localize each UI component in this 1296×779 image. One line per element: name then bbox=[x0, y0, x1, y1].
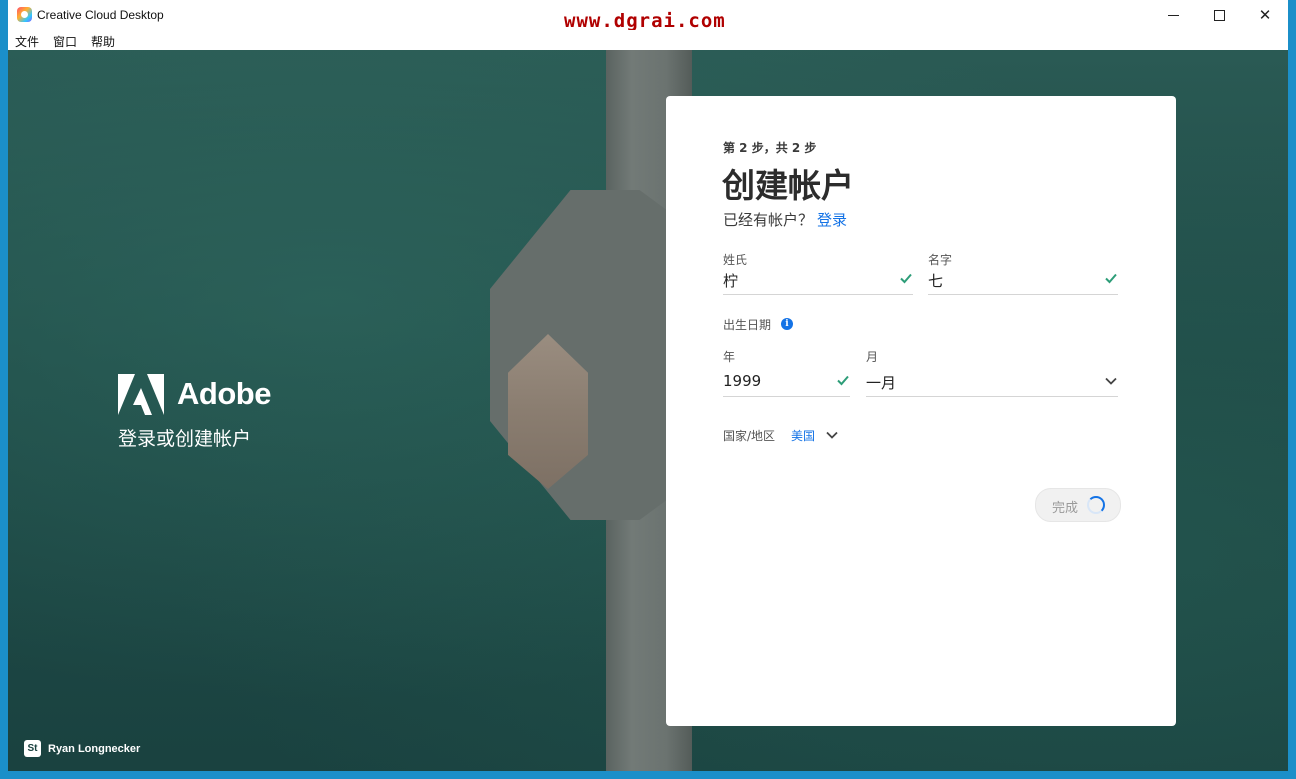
country-select[interactable]: 美国 bbox=[791, 427, 815, 444]
maximize-icon bbox=[1213, 9, 1225, 21]
page-title: 创建帐户 bbox=[722, 166, 854, 205]
adobe-logo-icon bbox=[118, 374, 164, 415]
brand-tagline: 登录或创建帐户 bbox=[118, 428, 252, 450]
last-name-field[interactable]: 柠 bbox=[723, 266, 913, 295]
create-account-card: 第 2 步，共 2 步 创建帐户 已经有帐户？ 登录 姓氏 柠 名字 七 出生日期… bbox=[666, 96, 1176, 726]
hero-background-photo: Adobe 登录或创建帐户 St Ryan Longnecker 第 2 步，共… bbox=[8, 50, 1288, 771]
year-value: 1999 bbox=[723, 372, 762, 390]
chevron-down-icon bbox=[1105, 377, 1117, 385]
have-account-line: 已经有帐户？ 登录 bbox=[723, 209, 847, 230]
month-select[interactable]: 一月 bbox=[866, 368, 1118, 397]
maximize-button[interactable] bbox=[1196, 0, 1242, 30]
adobe-stock-icon: St bbox=[24, 740, 41, 757]
birthdate-label: 出生日期 bbox=[723, 318, 772, 332]
adobe-wordmark: Adobe bbox=[177, 376, 271, 411]
window-title: Creative Cloud Desktop bbox=[37, 8, 164, 22]
watermark-text: www.dgrai.com bbox=[564, 10, 726, 32]
country-label: 国家/地区 bbox=[723, 429, 776, 443]
first-name-field[interactable]: 七 bbox=[928, 266, 1118, 295]
step-indicator: 第 2 步，共 2 步 bbox=[723, 141, 817, 155]
done-button-label: 完成 bbox=[1052, 501, 1079, 516]
month-value: 一月 bbox=[866, 374, 897, 392]
minimize-icon bbox=[1167, 14, 1179, 16]
menu-window[interactable]: 窗口 bbox=[53, 33, 77, 50]
checkmark-icon bbox=[837, 375, 849, 386]
year-field[interactable]: 1999 bbox=[723, 368, 850, 397]
month-label: 月 bbox=[866, 350, 879, 364]
last-name-value: 柠 bbox=[723, 272, 739, 290]
photo-credit-name[interactable]: Ryan Longnecker bbox=[48, 743, 140, 755]
have-account-text: 已经有帐户？ bbox=[723, 211, 814, 229]
checkmark-icon bbox=[1105, 273, 1117, 284]
chevron-down-icon[interactable] bbox=[825, 428, 839, 442]
login-link[interactable]: 登录 bbox=[817, 211, 847, 229]
loading-spinner-icon bbox=[1087, 496, 1105, 514]
first-name-value: 七 bbox=[928, 272, 944, 290]
minimize-button[interactable] bbox=[1150, 0, 1196, 30]
close-button[interactable]: ✕ bbox=[1242, 0, 1288, 30]
menu-file[interactable]: 文件 bbox=[15, 33, 39, 50]
year-label: 年 bbox=[723, 350, 736, 364]
photo-credit: St Ryan Longnecker bbox=[24, 740, 140, 757]
done-button[interactable]: 完成 bbox=[1035, 488, 1121, 522]
title-bar: Creative Cloud Desktop www.dgrai.com ✕ bbox=[8, 0, 1288, 32]
app-window: Creative Cloud Desktop www.dgrai.com ✕ 文… bbox=[8, 0, 1288, 771]
menu-bar: 文件 窗口 帮助 bbox=[8, 30, 1288, 50]
menu-help[interactable]: 帮助 bbox=[91, 33, 115, 50]
creative-cloud-app-icon bbox=[17, 7, 32, 22]
info-icon[interactable]: i bbox=[781, 318, 793, 330]
close-icon: ✕ bbox=[1258, 6, 1272, 24]
checkmark-icon bbox=[900, 273, 912, 284]
